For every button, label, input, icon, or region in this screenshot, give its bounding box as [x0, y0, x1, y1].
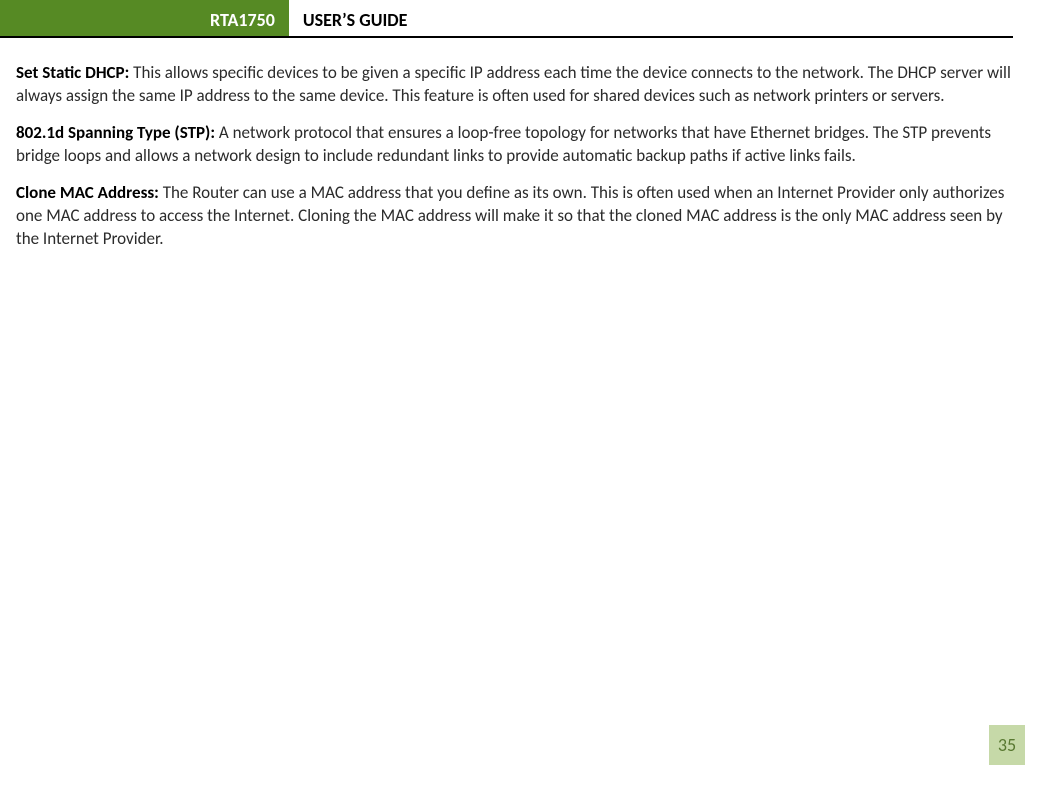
page-content: Set Static DHCP: This allows specific de…	[0, 38, 1041, 251]
page-number: 35	[989, 725, 1025, 765]
term-static-dhcp: Set Static DHCP:	[16, 62, 129, 83]
paragraph-static-dhcp: Set Static DHCP: This allows specific de…	[16, 62, 1013, 108]
term-clone-mac: Clone MAC Address:	[16, 182, 159, 203]
body-static-dhcp: This allows specific devices to be given…	[16, 62, 1011, 106]
header-title: USER’S GUIDE	[289, 0, 422, 36]
term-stp: 802.1d Spanning Type (STP):	[16, 122, 215, 143]
paragraph-stp: 802.1d Spanning Type (STP): A network pr…	[16, 122, 1013, 168]
paragraph-clone-mac: Clone MAC Address: The Router can use a …	[16, 182, 1013, 251]
header-green-stripe	[0, 0, 196, 36]
page-header: RTA1750 USER’S GUIDE	[0, 0, 1013, 38]
body-clone-mac: The Router can use a MAC address that yo…	[16, 182, 1004, 249]
header-model: RTA1750	[196, 0, 289, 36]
